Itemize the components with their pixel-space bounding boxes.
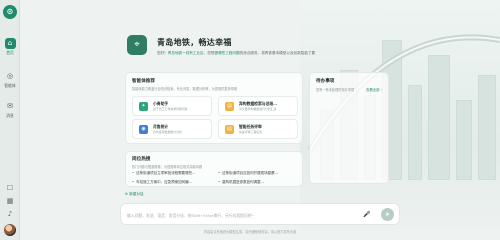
disclaimer-text: 内容由青岛地铁大模型生成，请仔细甄别内容，请以官方发布为准 xyxy=(203,230,297,234)
agent-card-assistant[interactable]: ✦ 小青助手 基于员工工作需求智能问答 xyxy=(132,96,212,116)
agent-card-desc: 快速评审工程任务 xyxy=(239,130,263,134)
panel-title: 岗位热搜 xyxy=(132,157,151,162)
agent-card-desc: 月均运营数据统计分析 xyxy=(153,130,182,134)
sidebar-item-label: 首页 xyxy=(6,50,14,55)
sidebar-item-label: 消息 xyxy=(6,113,14,118)
home-icon: ⌂ xyxy=(4,38,16,49)
question-item[interactable]: 车站施工方案中，应急预案如何编… xyxy=(132,180,192,185)
panel-desc: 您有一条未处理的待办事项 xyxy=(316,88,355,92)
agent-card-monthly-stats[interactable]: ◉ 月售统计 月均运营数据统计分析 xyxy=(132,119,212,139)
agents-panel: 智能体推荐 智能体能力覆盖行业知识检索、专业问答、数据分析等，为您提供更多帮助 … xyxy=(125,72,303,144)
document-icon: ▤ xyxy=(225,102,234,111)
sidebar-item-home[interactable]: ⌂ 首页 xyxy=(1,38,19,56)
panel-title: 待办事项 xyxy=(316,79,335,84)
sidebar: ⊙ ⌂ 首页 ◎ 智能体 ✉ 消息 ☐ ▦ ♪ xyxy=(0,0,20,240)
panel-title: 智能体推荐 xyxy=(132,79,155,84)
chat-input[interactable] xyxy=(127,209,357,221)
message-icon: ✉ xyxy=(7,102,13,110)
agent-card-desc: 对大量异构数据进行分析汇总 xyxy=(239,107,277,111)
subtitle-link-1[interactable]: 青岛地铁一线有工业区 xyxy=(168,51,204,55)
sidebar-item-messages[interactable]: ✉ 消息 xyxy=(1,101,19,119)
panel-desc: 热门问题与搜索推荐，为您推荐岗位相关高频问题 xyxy=(132,165,203,169)
page-title: 青岛地铁，畅达幸福 xyxy=(157,38,232,47)
stats-icon: ◉ xyxy=(139,125,148,134)
sidebar-item-agents[interactable]: ◎ 智能体 xyxy=(1,71,19,89)
panel-desc: 智能体能力覆盖行业知识检索、专业问答、数据分析等，为您提供更多帮助 xyxy=(132,87,238,91)
new-chat-button[interactable]: ⊕ 新建对话 xyxy=(125,192,144,197)
agent-card-task-review[interactable]: ▤ 智能任务评审 快速评审工程任务 xyxy=(218,119,298,139)
hero-subtitle: 您好！青岛地铁一线有工业区，您想做哪些工程问题的综合服务，将青铁基本模型以及创新… xyxy=(157,51,316,55)
document-icon: ▤ xyxy=(225,125,234,134)
app-logo[interactable]: ⊙ xyxy=(3,5,17,19)
agent-card-desc: 基于员工工作需求智能问答 xyxy=(153,107,188,111)
question-item[interactable]: 这条街道项目应如何开展现场勘察… xyxy=(218,171,278,176)
send-button[interactable]: ➤ xyxy=(381,208,394,221)
chat-input-box: 🎤 ➤ xyxy=(120,203,400,225)
sidebar-item-label: 智能体 xyxy=(4,83,16,88)
microphone-icon[interactable]: 🎤 xyxy=(361,209,373,221)
chat-icon[interactable]: ☐ xyxy=(5,183,15,193)
grid-icon[interactable]: ▦ xyxy=(5,196,15,206)
subway-robot-icon: ⌖ xyxy=(127,35,147,55)
assistant-icon: ✦ xyxy=(139,102,148,111)
subtitle-link-2[interactable]: 做哪些工程问题 xyxy=(215,51,240,55)
view-all-link[interactable]: 查看全部 › xyxy=(366,87,382,92)
bell-icon[interactable]: ♪ xyxy=(5,209,15,219)
todo-panel: 待办事项 您有一条未处理的待办事项 查看全部 › xyxy=(309,72,389,184)
question-item[interactable]: 盾构机掘进参数如何调整… xyxy=(218,180,264,185)
agent-icon: ◎ xyxy=(6,72,14,80)
question-item[interactable]: 这条街道项目立项审批流程需要哪些… xyxy=(132,171,196,176)
agent-card-data-retrieval[interactable]: ▤ 异构数据检索与总结… 对大量异构数据进行分析汇总 xyxy=(218,96,298,116)
hot-questions-panel: 岗位热搜 热门问题与搜索推荐，为您推荐岗位相关高频问题 这条街道项目立项审批流程… xyxy=(125,151,303,187)
